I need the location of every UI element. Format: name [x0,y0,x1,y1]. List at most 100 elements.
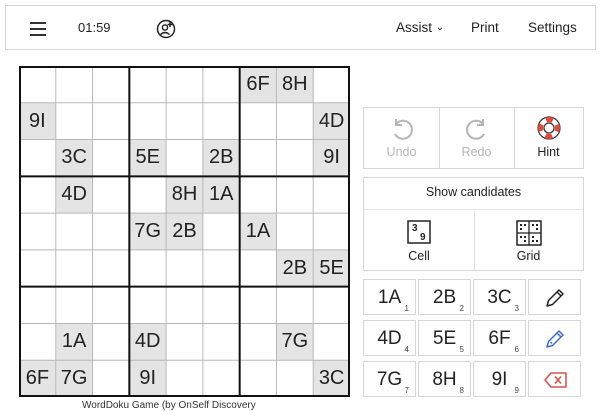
grid-cell[interactable] [203,66,240,103]
grid-cell[interactable] [203,287,240,324]
grid-cell[interactable] [93,103,130,140]
grid-cell[interactable]: 3C [313,360,350,397]
grid-cell[interactable] [203,360,240,397]
grid-cell[interactable]: 1A [239,213,277,250]
grid-cell[interactable] [166,66,203,103]
grid-cell[interactable] [166,360,203,397]
grid-cell[interactable] [166,140,203,177]
grid-candidates-button[interactable]: Grid [474,209,583,271]
grid-cell[interactable]: 9I [313,139,350,177]
grid-cell[interactable] [240,360,277,397]
menu-settings[interactable]: Settings [528,20,577,35]
grid-cell[interactable] [129,103,166,140]
grid-cell[interactable] [240,103,277,140]
grid-cell[interactable]: 7G [129,213,167,250]
grid-cell[interactable] [203,323,240,360]
key-2b[interactable]: 2B 2 [418,279,471,315]
grid-cell[interactable] [56,66,93,103]
grid-cell[interactable] [19,66,56,103]
grid-cell[interactable]: 1A [202,176,240,214]
grid-cell[interactable] [276,176,313,213]
grid-cell[interactable]: 5E [129,139,167,177]
key-7g[interactable]: 7G 7 [363,361,416,397]
grid-cell[interactable] [313,287,350,324]
grid-cell[interactable] [166,250,203,287]
menu-assist[interactable]: Assist ⌄ [396,20,444,35]
grid-cell[interactable] [93,213,130,250]
grid-cell[interactable]: 2B [276,249,314,287]
grid-cell[interactable]: 6F [19,360,56,397]
grid-cell[interactable] [129,176,166,213]
grid-cell[interactable] [203,250,240,287]
grid-cell[interactable] [19,213,56,250]
grid-cell[interactable] [240,176,277,213]
grid-cell[interactable] [313,213,350,250]
grid-cell[interactable] [313,323,350,360]
grid-cell[interactable]: 4D [313,102,350,140]
cell-candidates-button[interactable]: 3 9 Cell [364,209,475,271]
key-1a[interactable]: 1A 1 [363,279,416,315]
grid-cell[interactable] [276,103,313,140]
hamburger-icon[interactable] [30,22,46,36]
key-6f[interactable]: 6F 6 [473,320,526,356]
key-8h[interactable]: 8H 8 [418,361,471,397]
pencil-fill-button[interactable] [528,320,581,356]
grid-cell[interactable] [240,287,277,324]
key-3c[interactable]: 3C 3 [473,279,526,315]
hint-button[interactable]: Hint [514,108,583,168]
grid-cell[interactable] [19,323,56,360]
grid-cell[interactable] [276,287,313,324]
redo-button[interactable]: Redo [439,108,515,168]
pencil-button[interactable] [528,279,581,315]
grid-cell[interactable]: 9I [129,360,167,397]
grid-cell[interactable] [93,287,130,324]
grid-cell[interactable] [56,103,93,140]
grid-cell[interactable] [19,140,56,177]
grid-cell[interactable] [93,176,130,213]
grid-cell[interactable]: 7G [276,323,314,361]
grid-cell[interactable]: 2B [202,139,240,177]
grid-cell[interactable] [276,140,313,177]
grid-cell[interactable] [166,323,203,360]
erase-button[interactable] [528,361,581,397]
grid-cell[interactable]: 2B [166,213,203,250]
undo-button[interactable]: Undo [364,108,440,168]
grid-cell[interactable]: 8H [276,66,314,103]
grid-cell[interactable] [93,250,130,287]
key-9i[interactable]: 9I 9 [473,361,526,397]
menu-print[interactable]: Print [471,20,499,35]
grid-cell[interactable] [276,360,313,397]
grid-cell[interactable] [240,140,277,177]
grid-cell[interactable] [19,176,56,213]
key-5e[interactable]: 5E 5 [418,320,471,356]
grid-cell[interactable]: 9I [19,102,56,140]
grid-cell[interactable] [93,360,130,397]
grid-cell[interactable] [276,213,313,250]
grid-cell[interactable] [56,250,93,287]
key-4d[interactable]: 4D 4 [363,320,416,356]
grid-cell[interactable] [129,250,166,287]
grid-cell[interactable] [129,287,166,324]
grid-cell[interactable]: 3C [55,139,93,177]
add-user-icon[interactable] [156,19,176,39]
grid-cell[interactable] [19,250,56,287]
grid-cell[interactable]: 1A [55,323,93,361]
grid-cell[interactable] [203,213,240,250]
grid-cell[interactable]: 6F [239,66,277,103]
grid-cell[interactable] [93,323,130,360]
grid-cell[interactable] [19,287,56,324]
grid-cell[interactable] [313,66,350,103]
grid-cell[interactable]: 4D [129,323,167,361]
grid-cell[interactable]: 7G [55,360,93,397]
grid-cell[interactable]: 5E [313,249,350,287]
grid-cell[interactable] [313,176,350,213]
grid-cell[interactable] [240,250,277,287]
grid-cell[interactable] [203,103,240,140]
grid-cell[interactable] [129,66,166,103]
grid-cell[interactable]: 8H [166,176,203,214]
grid-cell[interactable] [56,287,93,324]
grid-cell[interactable] [166,287,203,324]
grid-cell[interactable]: 4D [55,176,93,214]
grid-cell[interactable] [93,140,130,177]
grid-cell[interactable] [166,103,203,140]
